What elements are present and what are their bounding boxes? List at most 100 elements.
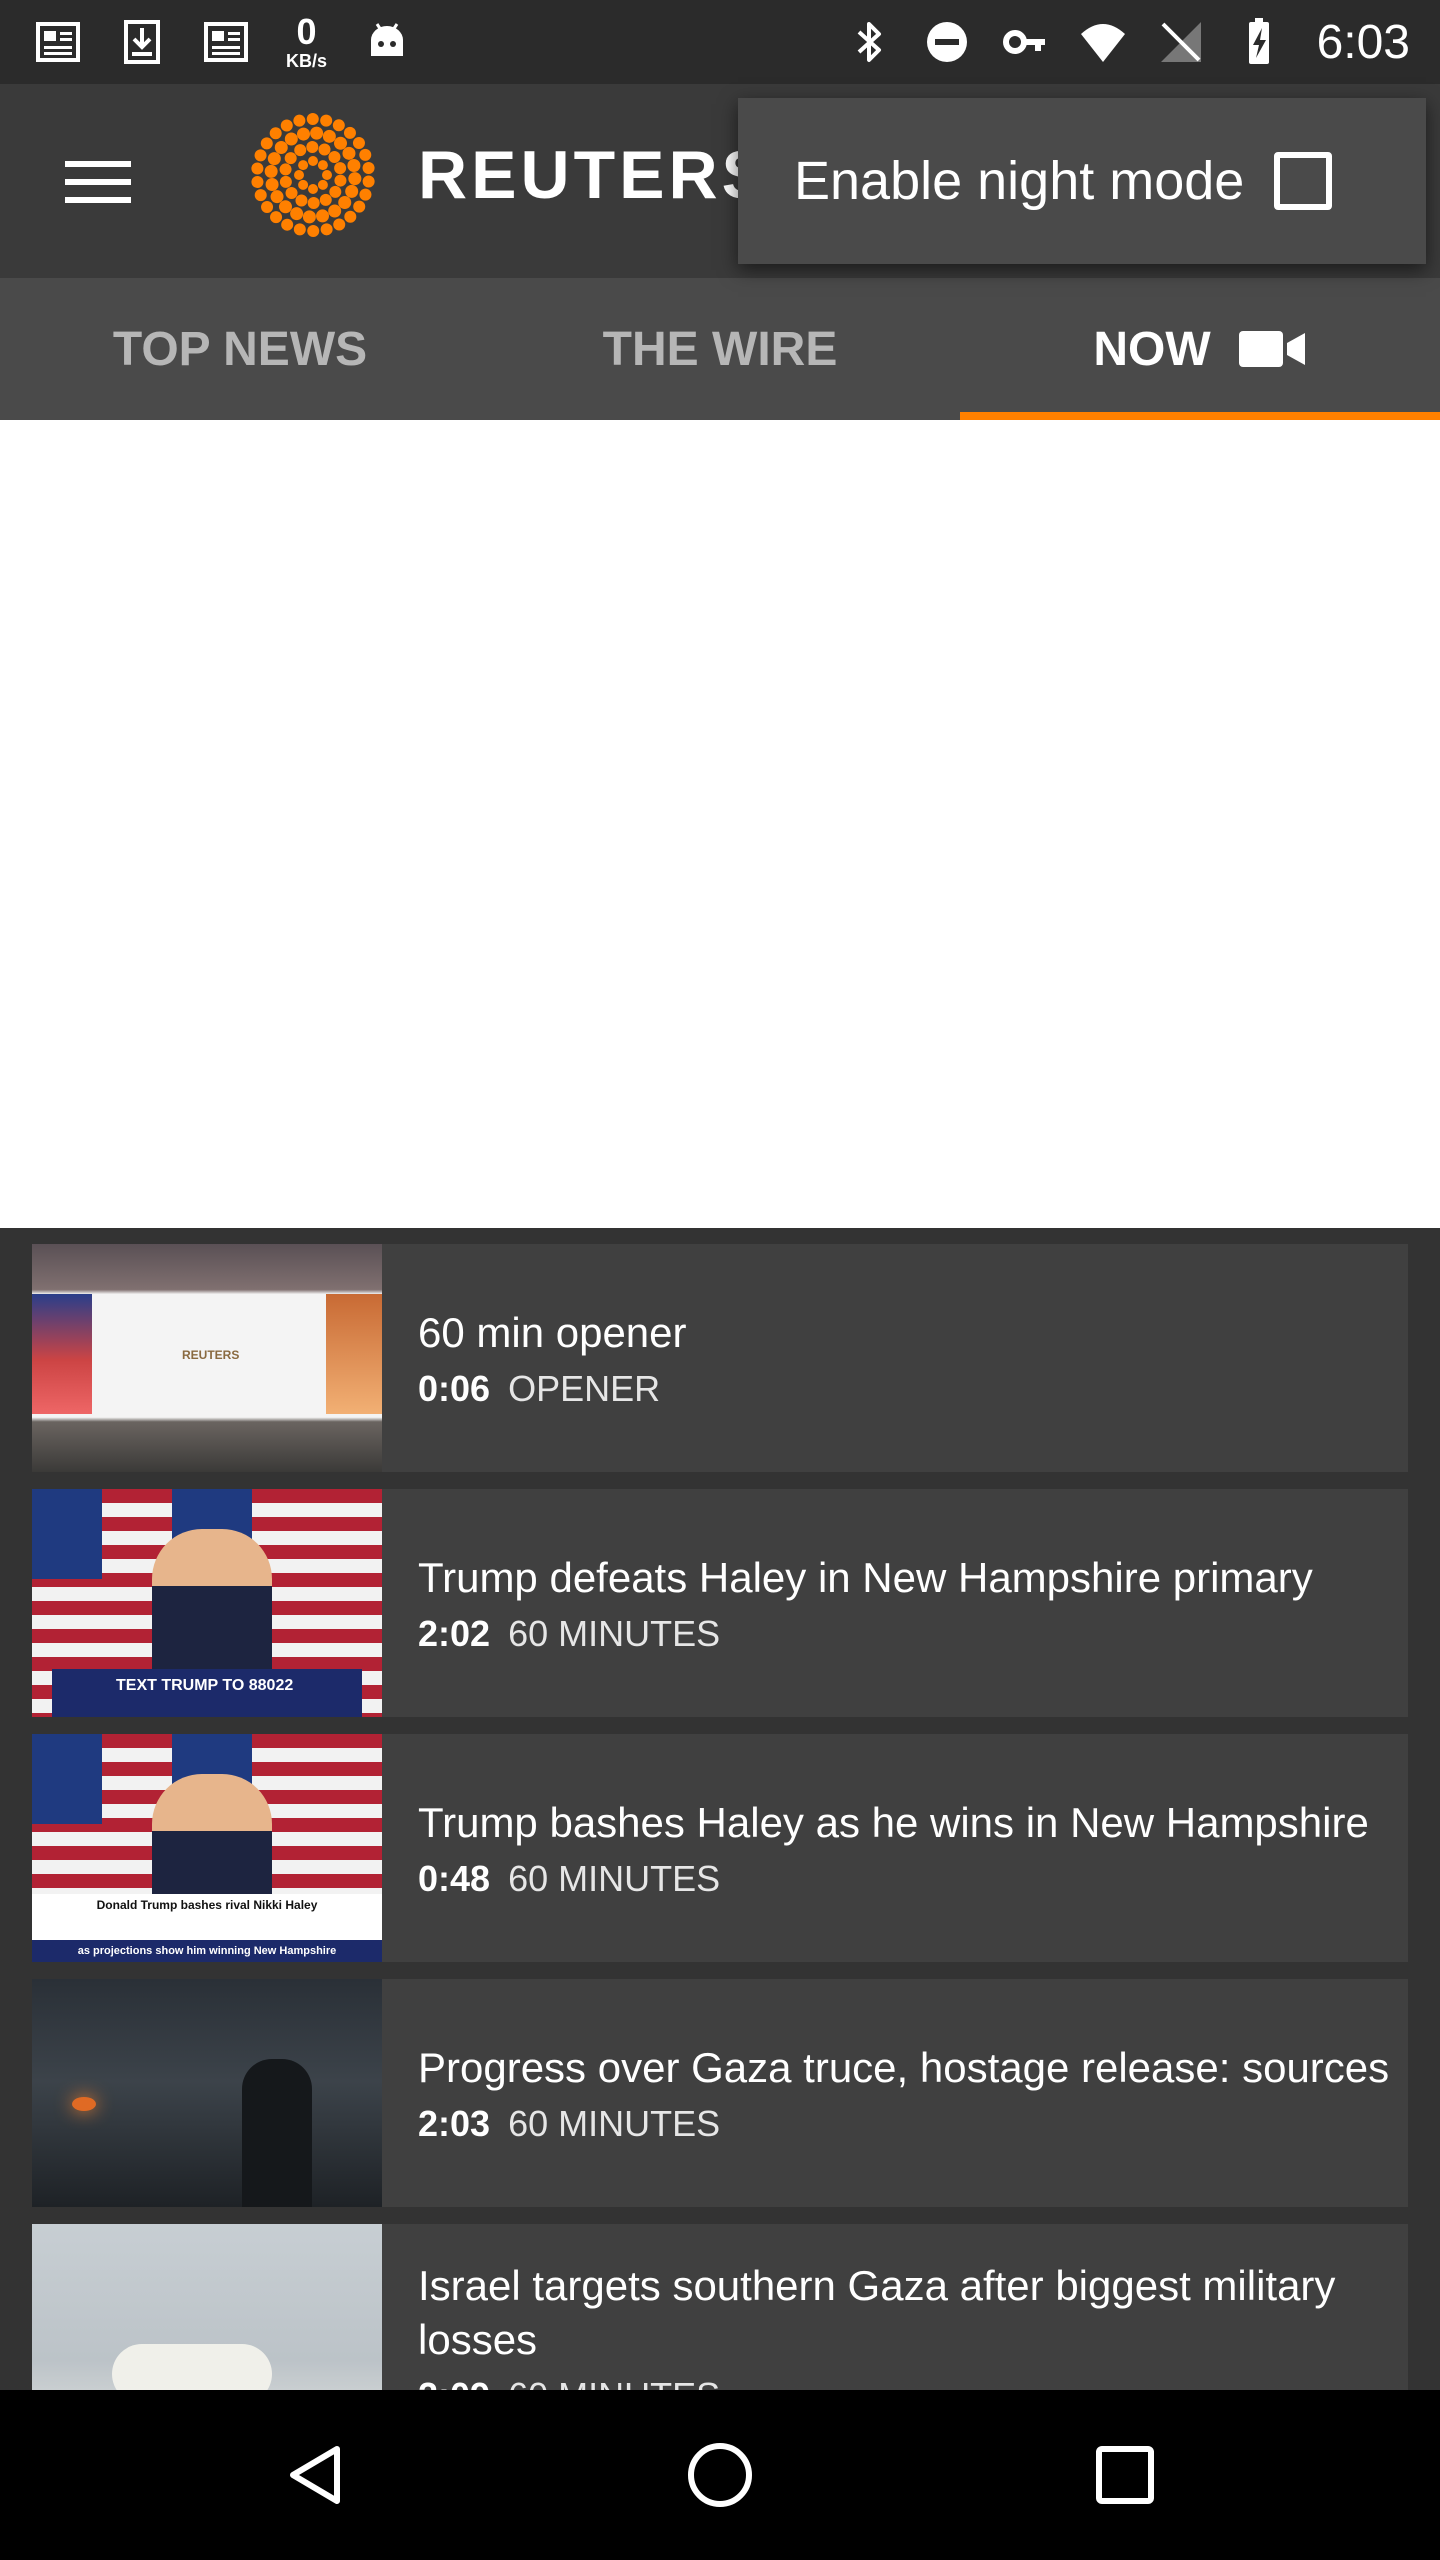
night-mode-checkbox[interactable] <box>1274 152 1333 210</box>
no-signal-icon <box>1160 22 1201 62</box>
video-list-item[interactable]: TEXT TRUMP TO 88022 Trump defeats Haley … <box>32 1489 1408 1717</box>
logo-dot <box>328 151 341 164</box>
logo-dot <box>359 188 372 201</box>
thumbnail-logo-text: REUTERS <box>182 1348 240 1362</box>
video-category: 60 MINUTES <box>508 2103 721 2144</box>
logo-dot <box>359 148 372 161</box>
tab-the-wire[interactable]: THE WIRE <box>480 278 960 420</box>
status-right-icons: 6:03 <box>845 10 1410 74</box>
night-mode-label: Enable night mode <box>794 151 1245 211</box>
logo-dot <box>270 211 283 224</box>
thumbnail-caption: as projections show him winning New Hamp… <box>32 1940 382 1962</box>
logo-dot <box>316 209 330 223</box>
thumbnail-detail <box>32 1294 92 1414</box>
video-meta: 2:09 60 MINUTES <box>418 2375 1400 2390</box>
video-category: 60 MINUTES <box>508 1613 721 1654</box>
video-player[interactable] <box>0 420 1440 1228</box>
video-thumbnail <box>32 1979 382 2207</box>
tab-now[interactable]: NOW <box>960 278 1440 420</box>
logo-dot <box>279 163 292 176</box>
logo-dot <box>348 172 362 186</box>
logo-dot <box>294 144 307 157</box>
logo-dot <box>342 146 356 160</box>
network-speed: 0 KB/s <box>286 11 328 71</box>
video-info: Israel targets southern Gaza after bigge… <box>382 2224 1408 2390</box>
logo-dot <box>298 179 309 190</box>
logo-dot <box>284 132 298 146</box>
thumbnail-caption: Donald Trump bashes rival Nikki Haley <box>96 1898 318 1912</box>
logo-dot <box>310 126 324 140</box>
menu-button[interactable] <box>50 142 146 222</box>
logo-dot <box>308 156 318 166</box>
reuters-logo: REUTERS <box>248 110 771 240</box>
back-button[interactable] <box>270 2435 360 2515</box>
tab-bar: TOP NEWS THE WIRE NOW <box>0 278 1440 420</box>
video-list-item[interactable]: Progress over Gaza truce, hostage releas… <box>32 1979 1408 2207</box>
download-icon <box>124 20 160 64</box>
logo-dot <box>251 175 264 188</box>
logo-dot <box>307 224 320 237</box>
video-duration: 2:02 <box>418 1613 491 1654</box>
logo-dot <box>334 162 347 175</box>
logo-dot <box>333 218 346 231</box>
thumbnail-detail <box>326 1294 382 1414</box>
logo-dot <box>261 201 274 214</box>
navigation-bar <box>0 2390 1440 2560</box>
logo-dot <box>295 194 308 207</box>
logo-dot <box>332 119 345 132</box>
logo-dot <box>338 196 352 210</box>
video-list-item[interactable]: REUTERS 60 min opener 0:06 OPENER <box>32 1244 1408 1472</box>
network-speed-value: 0 <box>296 11 317 52</box>
logo-dot <box>293 114 306 127</box>
logo-dot <box>307 196 320 209</box>
logo-dot <box>274 140 288 154</box>
logo-dot <box>285 186 298 199</box>
video-meta: 2:02 60 MINUTES <box>418 1613 1313 1655</box>
video-duration: 2:03 <box>418 2103 491 2144</box>
video-info: Trump defeats Haley in New Hampshire pri… <box>382 1489 1321 1717</box>
status-bar: 0 KB/s 6:03 <box>0 0 1440 84</box>
logo-dot <box>270 190 284 204</box>
logo-dot <box>320 114 333 127</box>
video-title: Trump bashes Haley as he wins in New Ham… <box>418 1799 1369 1846</box>
tab-top-news[interactable]: TOP NEWS <box>0 278 480 420</box>
logo-dot <box>322 170 332 180</box>
logo-dot <box>298 160 309 171</box>
night-mode-menu-item[interactable]: Enable night mode <box>738 98 1426 264</box>
video-title: 60 min opener <box>418 1309 687 1356</box>
recents-button[interactable] <box>1080 2435 1170 2515</box>
logo-dot <box>318 143 331 156</box>
thumbnail-detail <box>112 2344 272 2390</box>
logo-dot <box>296 127 310 141</box>
thumbnail-detail <box>242 2059 312 2207</box>
video-list: REUTERS 60 min opener 0:06 OPENER TEXT TR… <box>0 1228 1440 2390</box>
video-list-item[interactable]: Israel targets southern Gaza after bigge… <box>32 2224 1408 2390</box>
network-speed-unit: KB/s <box>286 51 328 71</box>
logo-dot <box>280 119 293 132</box>
bluetooth-icon <box>857 22 881 62</box>
video-thumbnail: Donald Trump bashes rival Nikki Haley as… <box>32 1734 382 1962</box>
logo-dot <box>294 170 304 180</box>
hamburger-menu-icon <box>65 161 131 203</box>
tab-label: TOP NEWS <box>112 322 368 376</box>
thumbnail-caption-box: Donald Trump bashes rival Nikki Haley <box>32 1894 382 1940</box>
vpn-key-icon <box>1002 30 1045 54</box>
news-icon <box>204 22 248 62</box>
video-category: 60 MINUTES <box>508 2375 720 2390</box>
logo-dot <box>320 223 333 236</box>
home-icon <box>688 2443 752 2507</box>
logo-dot <box>254 189 267 202</box>
logo-dot <box>281 218 294 231</box>
video-duration: 0:48 <box>418 1858 491 1899</box>
logo-dot <box>317 160 328 171</box>
thumbnail-detail <box>72 2097 96 2111</box>
status-left-icons: 0 KB/s <box>34 10 411 74</box>
video-meta: 0:06 OPENER <box>418 1368 687 1410</box>
logo-dot <box>251 162 264 175</box>
home-button[interactable] <box>675 2435 765 2515</box>
video-list-item[interactable]: Donald Trump bashes rival Nikki Haley as… <box>32 1734 1408 1962</box>
logo-dot <box>345 184 359 198</box>
video-info: Trump bashes Haley as he wins in New Ham… <box>382 1734 1377 1962</box>
thumbnail-detail <box>32 1734 102 1824</box>
logo-dot <box>319 193 332 206</box>
